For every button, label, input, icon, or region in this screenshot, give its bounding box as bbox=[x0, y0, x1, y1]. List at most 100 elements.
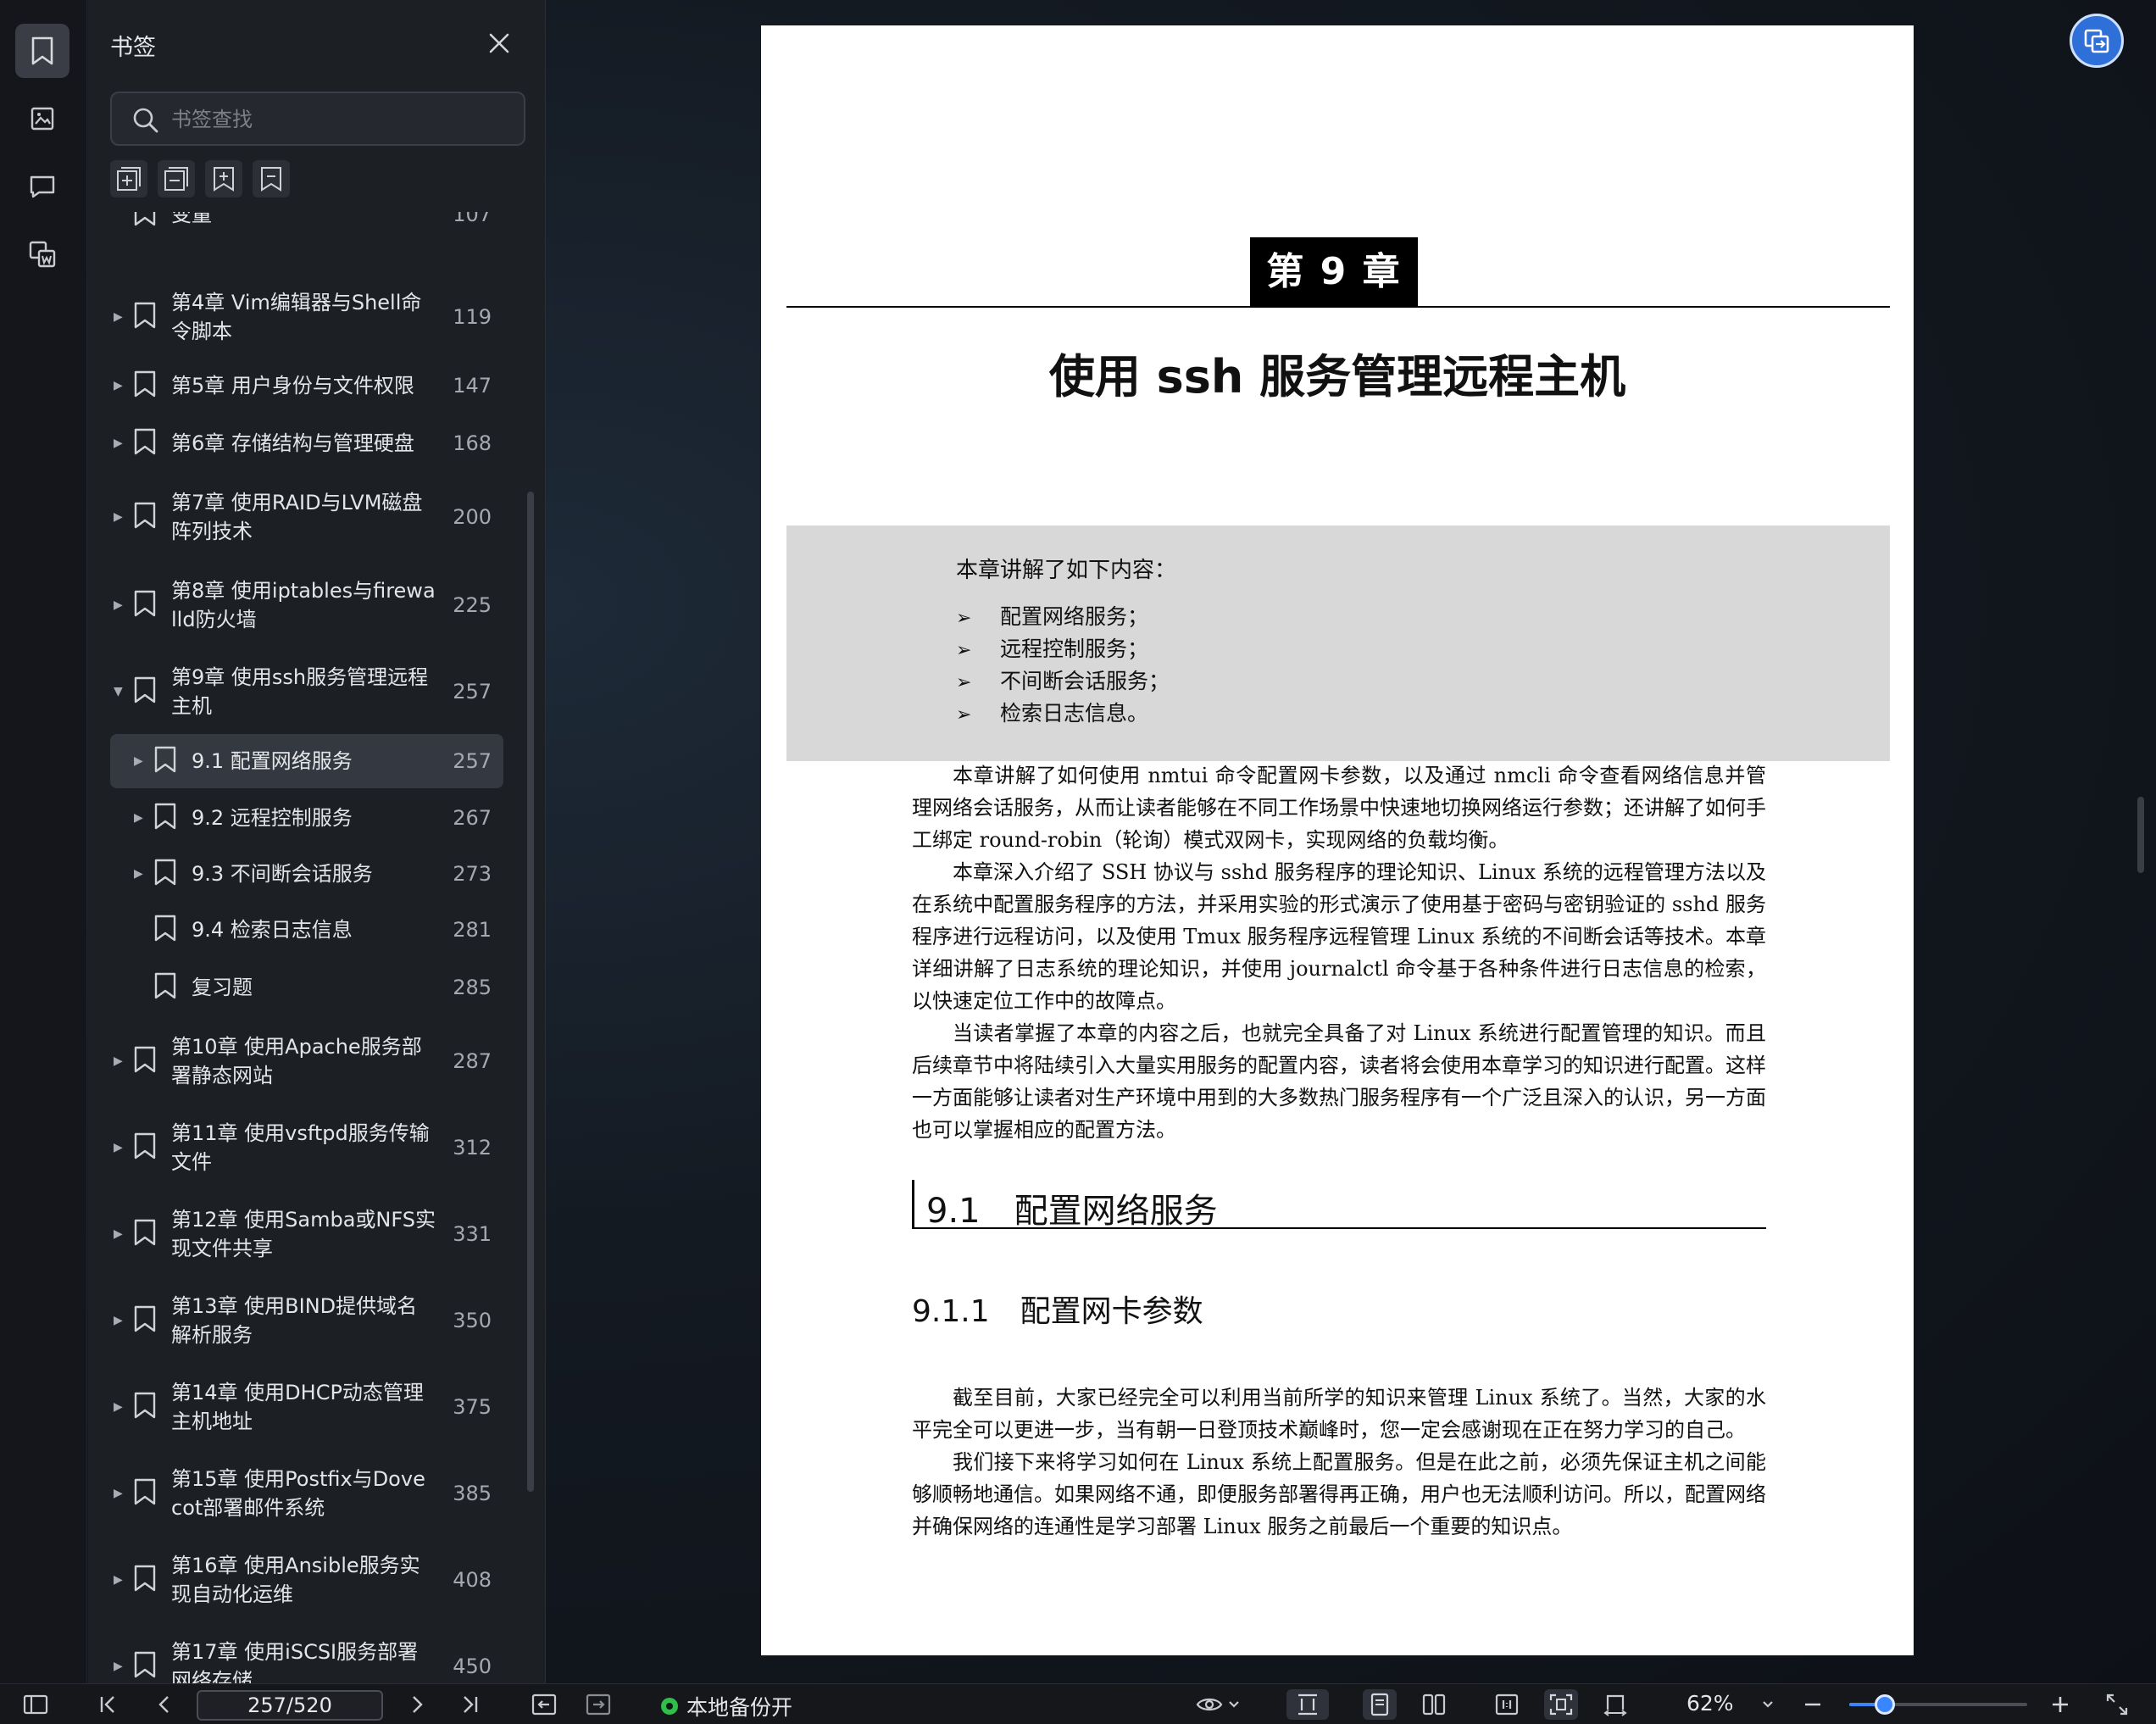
bookmark-label: 第16章 使用Ansible服务实现自动化运维 bbox=[171, 1554, 420, 1606]
bookmark-item[interactable]: ▶ 第5章 用户身份与文件权限 147 bbox=[110, 361, 503, 410]
fullscreen-icon[interactable] bbox=[2102, 1693, 2132, 1716]
bookmark-page-number: 168 bbox=[453, 431, 492, 455]
bookmark-page-number: 408 bbox=[453, 1568, 492, 1592]
bookmark-item[interactable]: ▶ 第6章 存储结构与管理硬盘 168 bbox=[110, 419, 503, 468]
close-icon[interactable] bbox=[485, 29, 514, 58]
bookmark-item[interactable]: ▶ 9.2 远程控制服务 267 bbox=[110, 793, 503, 843]
actual-size-icon[interactable] bbox=[1492, 1693, 1522, 1716]
expand-all-icon[interactable] bbox=[110, 160, 147, 197]
bookmark-page-number: 285 bbox=[453, 976, 492, 999]
bookmark-item[interactable]: ▶ 第8章 使用iptables与firewalld防火墙 225 bbox=[110, 566, 503, 644]
bookmark-icon bbox=[132, 1650, 158, 1682]
go-forward-icon[interactable] bbox=[585, 1693, 612, 1716]
bookmark-item[interactable]: ▶ 第13章 使用BIND提供域名解析服务 350 bbox=[110, 1282, 503, 1360]
bookmark-item[interactable]: ▶ 第4章 Vim编辑器与Shell命令脚本 119 bbox=[110, 280, 503, 354]
search-icon bbox=[131, 105, 161, 139]
bookmark-icon bbox=[132, 427, 158, 459]
bookmark-panel-icon[interactable] bbox=[15, 24, 69, 78]
double-page-icon[interactable] bbox=[1419, 1693, 1449, 1716]
zoom-out-icon[interactable] bbox=[1800, 1693, 1825, 1716]
collapse-caret-icon[interactable]: ▶ bbox=[114, 1573, 123, 1587]
bookmark-list: 变量 107 ▶ 第4章 Vim编辑器与Shell命令脚本 119 ▶ 第5章 用户身份与文… bbox=[110, 212, 525, 1683]
next-page-icon[interactable] bbox=[405, 1693, 431, 1716]
zoom-slider-handle[interactable] bbox=[1875, 1694, 1895, 1715]
bookmark-icon bbox=[132, 1132, 158, 1164]
floating-action-button[interactable] bbox=[2070, 14, 2124, 68]
search-input[interactable] bbox=[171, 105, 510, 134]
previous-page-icon[interactable] bbox=[151, 1693, 176, 1716]
bookmark-item[interactable]: 复习题 285 bbox=[110, 963, 503, 1012]
continuous-scroll-icon[interactable] bbox=[1286, 1689, 1329, 1720]
bookmark-item[interactable]: ▶ 第7章 使用RAID与LVM磁盘阵列技术 200 bbox=[110, 478, 503, 556]
translate-icon[interactable] bbox=[15, 227, 69, 281]
bookmark-item[interactable]: ▶ 第10章 使用Apache服务部署静态网站 287 bbox=[110, 1022, 503, 1100]
remove-bookmark-icon[interactable] bbox=[253, 160, 290, 197]
first-page-icon[interactable] bbox=[95, 1693, 120, 1716]
read-mode-icon[interactable] bbox=[1195, 1693, 1242, 1716]
bookmark-icon bbox=[132, 1304, 158, 1337]
bookmark-panel: 书签 变量 107 ▶ 第4章 Vim编辑器与Shell命令脚本 119 ▶ 第5章 用户身… bbox=[88, 0, 546, 1683]
page-number-input[interactable]: 257/520 bbox=[197, 1690, 383, 1721]
bookmark-item[interactable]: 9.4 检索日志信息 281 bbox=[110, 905, 503, 954]
collapse-caret-icon[interactable]: ▶ bbox=[134, 811, 143, 825]
bookmark-item[interactable]: ▶ 第16章 使用Ansible服务实现自动化运维 408 bbox=[110, 1541, 503, 1619]
add-bookmark-icon[interactable] bbox=[205, 160, 242, 197]
bookmark-icon bbox=[153, 914, 178, 946]
section-heading: 9.1 配置网络服务 bbox=[912, 1180, 1766, 1231]
collapse-caret-icon[interactable]: ▶ bbox=[114, 437, 123, 450]
bookmark-item[interactable]: ▶ 第11章 使用vsftpd服务传输文件 312 bbox=[110, 1109, 503, 1187]
collapse-caret-icon[interactable]: ▶ bbox=[114, 379, 123, 392]
bookmark-icon bbox=[132, 212, 158, 231]
fit-page-icon[interactable] bbox=[1544, 1689, 1578, 1720]
zoom-dropdown-chevron-icon[interactable] bbox=[1759, 1693, 1776, 1716]
collapse-caret-icon[interactable]: ▶ bbox=[114, 1141, 123, 1154]
bookmark-item[interactable]: 变量 107 bbox=[110, 212, 503, 242]
collapse-caret-icon[interactable]: ▶ bbox=[114, 1227, 123, 1241]
bookmark-scrollbar[interactable] bbox=[527, 492, 534, 1492]
collapse-caret-icon[interactable]: ▶ bbox=[114, 1054, 123, 1068]
bookmark-item[interactable]: ▶ 第14章 使用DHCP动态管理主机地址 375 bbox=[110, 1368, 503, 1446]
single-page-icon[interactable] bbox=[1363, 1689, 1397, 1720]
bookmark-item[interactable]: ▶ 9.3 不间断会话服务 273 bbox=[110, 849, 503, 898]
collapse-caret-icon[interactable]: ▶ bbox=[114, 510, 123, 524]
collapse-caret-icon[interactable]: ▶ bbox=[114, 598, 123, 612]
expand-caret-icon[interactable]: ▼ bbox=[114, 685, 123, 698]
bookmark-page-number: 267 bbox=[453, 806, 492, 830]
bookmark-icon bbox=[132, 1477, 158, 1510]
bookmark-icon bbox=[153, 971, 178, 1004]
local-backup-status[interactable]: 本地备份开 bbox=[659, 1691, 792, 1721]
bookmark-page-number: 287 bbox=[453, 1049, 492, 1073]
collapse-caret-icon[interactable]: ▶ bbox=[114, 1487, 123, 1500]
bookmark-item[interactable]: ▶ 9.1 配置网络服务 257 bbox=[110, 734, 503, 788]
bookmark-page-number: 119 bbox=[453, 305, 492, 329]
bookmark-item[interactable]: ▼ 第9章 使用ssh服务管理远程主机 257 bbox=[110, 653, 503, 731]
document-scrollbar[interactable] bbox=[2137, 797, 2144, 873]
subsection-heading: 9.1.1 配置网卡参数 bbox=[912, 1294, 1203, 1329]
summary-item: ➢ 配置网络服务； bbox=[956, 604, 1149, 629]
zoom-level[interactable]: 62% bbox=[1686, 1691, 1734, 1716]
bookmark-search[interactable] bbox=[110, 92, 525, 146]
zoom-in-icon[interactable] bbox=[2048, 1693, 2073, 1716]
bookmark-item[interactable]: ▶ 第17章 使用iSCSI服务部署网络存储 450 bbox=[110, 1627, 503, 1683]
fit-width-icon[interactable] bbox=[1600, 1693, 1631, 1716]
zoom-slider[interactable] bbox=[1849, 1694, 2027, 1715]
bookmark-page-number: 385 bbox=[453, 1482, 492, 1505]
go-back-icon[interactable] bbox=[531, 1693, 558, 1716]
collapse-caret-icon[interactable]: ▶ bbox=[134, 867, 143, 881]
sidebar-toggle-icon[interactable] bbox=[22, 1693, 49, 1716]
comment-icon[interactable] bbox=[15, 159, 69, 214]
last-page-icon[interactable] bbox=[458, 1693, 483, 1716]
collapse-caret-icon[interactable]: ▶ bbox=[134, 754, 143, 768]
thumbnail-icon[interactable] bbox=[15, 92, 69, 146]
collapse-caret-icon[interactable]: ▶ bbox=[114, 310, 123, 324]
collapse-caret-icon[interactable]: ▶ bbox=[114, 1400, 123, 1414]
collapse-caret-icon[interactable]: ▶ bbox=[114, 1660, 123, 1673]
bookmark-icon bbox=[132, 589, 158, 621]
intro-text: 本章讲解了如何使用 nmtui 命令配置网卡参数，以及通过 nmcli 命令查看… bbox=[912, 759, 1766, 1146]
collapse-all-icon[interactable] bbox=[158, 160, 195, 197]
bookmark-item[interactable]: ▶ 第15章 使用Postfix与Dovecot部署邮件系统 385 bbox=[110, 1454, 503, 1532]
section-text: 截至目前，大家已经完全可以利用当前所学的知识来管理 Linux 系统了。当然，大… bbox=[912, 1382, 1766, 1543]
collapse-caret-icon[interactable]: ▶ bbox=[114, 1314, 123, 1327]
bookmark-item[interactable]: ▶ 第12章 使用Samba或NFS实现文件共享 331 bbox=[110, 1195, 503, 1273]
bookmark-page-number: 375 bbox=[453, 1395, 492, 1419]
